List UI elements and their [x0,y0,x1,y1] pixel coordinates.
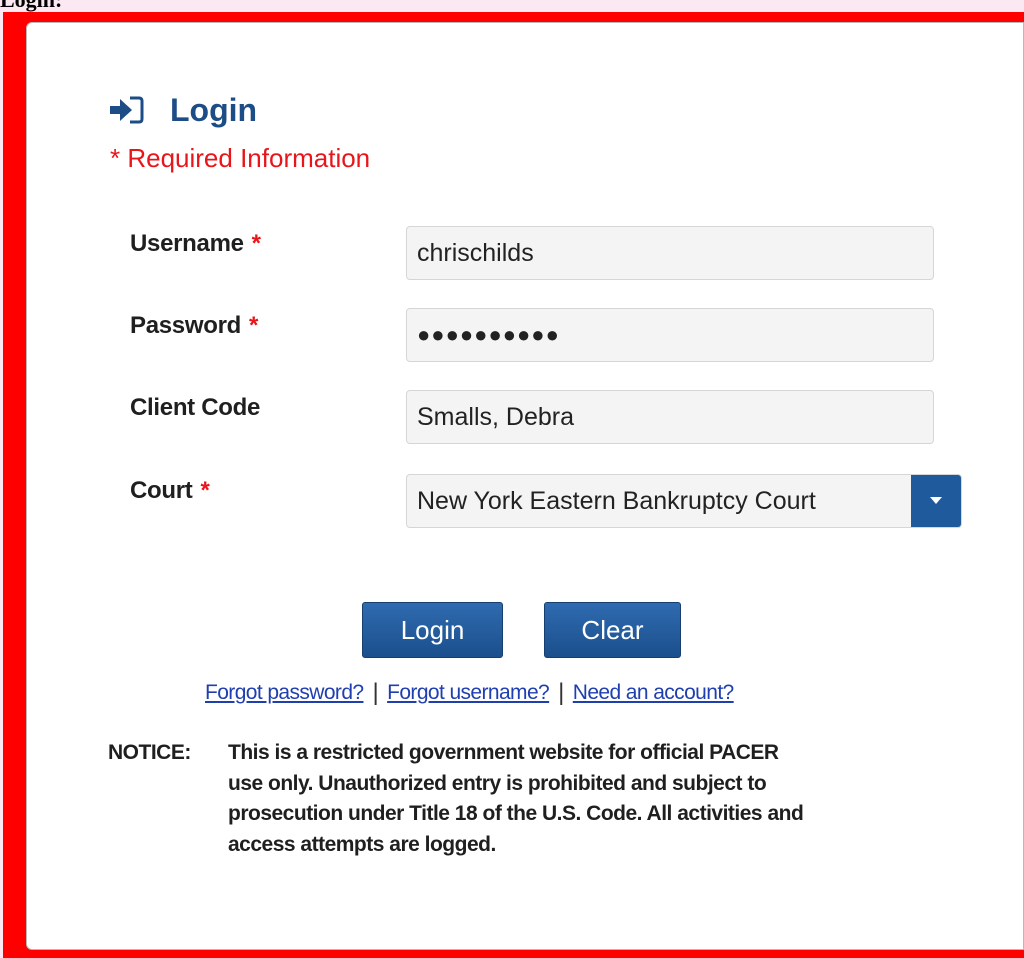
notice-line: use only. Unauthorized entry is prohibit… [228,771,767,795]
court-label-text: Court [130,477,193,504]
client-code-input[interactable]: Smalls, Debra [406,390,934,444]
forgot-username-link[interactable]: Forgot username? [387,678,550,708]
password-label-text: Password [130,312,241,339]
court-select[interactable]: New York Eastern Bankruptcy Court [406,474,962,528]
page-title: Login [170,91,258,128]
username-label: Username * [130,229,261,259]
notice-line: This is a restricted government website … [228,741,779,764]
required-star: * [200,477,210,504]
need-account-link[interactable]: Need an account? [573,678,734,708]
notice-text: This is a restricted government website … [228,738,948,860]
client-code-label: Client Code [130,394,261,421]
caret-down-icon [929,492,943,510]
login-button[interactable]: Login [362,602,503,658]
court-label: Court * [130,476,210,506]
sign-in-icon [108,95,144,125]
username-label-text: Username [130,230,244,257]
username-input[interactable]: chrischilds [406,226,934,280]
notice-line: prosecution under Title 18 of the U.S. C… [228,802,804,825]
help-links: Forgot password? | Forgot username? | Ne… [205,678,734,708]
page-top-label: Login: [0,0,62,12]
court-dropdown-button[interactable] [911,475,961,527]
notice-line: access attempts are logged. [228,832,496,856]
forgot-password-link[interactable]: Forgot password? [205,678,364,708]
login-heading: Login [108,88,257,132]
notice-label: NOTICE: [108,741,191,764]
court-select-value: New York Eastern Bankruptcy Court [417,487,816,515]
required-note: * Required Information [110,143,371,173]
clear-button[interactable]: Clear [544,602,681,658]
link-separator: | [372,679,379,706]
password-label: Password * [130,311,258,341]
required-star: * [248,312,259,339]
required-star: * [251,230,261,257]
link-separator: | [558,679,564,706]
password-input[interactable]: ●●●●●●●●●● [406,308,934,362]
